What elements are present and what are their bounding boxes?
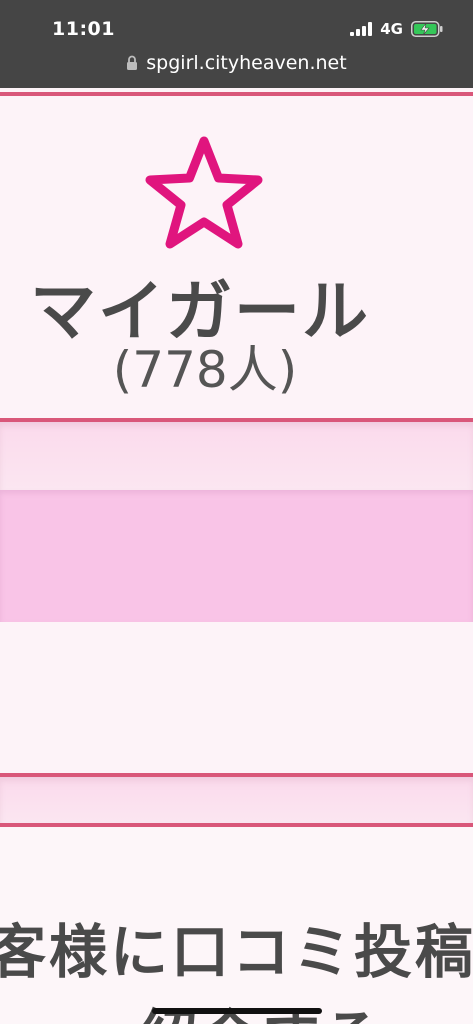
signal-bars-icon [350, 22, 373, 36]
light-band-1 [0, 422, 473, 490]
light-band-2 [0, 777, 473, 823]
review-text-line1: 客様に口コミ投稿 [0, 918, 473, 986]
address-bar[interactable]: spgirl.cityheaven.net [0, 52, 473, 74]
home-indicator[interactable] [152, 1008, 322, 1014]
blank-panel [0, 622, 473, 773]
review-text-line2: 紹介する [140, 990, 384, 1024]
network-label: 4G [380, 20, 403, 38]
status-time: 11:01 [52, 18, 115, 40]
status-indicators: 4G [350, 20, 443, 38]
page: 11:01 4G spgirl.cityheaven.net マイガール (77… [0, 0, 473, 1024]
lock-icon [127, 55, 138, 70]
star-outline-icon [145, 136, 263, 249]
status-bar: 11:01 4G spgirl.cityheaven.net [0, 0, 473, 88]
pink-banner[interactable] [0, 490, 473, 622]
my-girl-count: (778人) [112, 341, 298, 399]
url-text: spgirl.cityheaven.net [146, 52, 347, 74]
battery-charging-icon [411, 21, 443, 37]
